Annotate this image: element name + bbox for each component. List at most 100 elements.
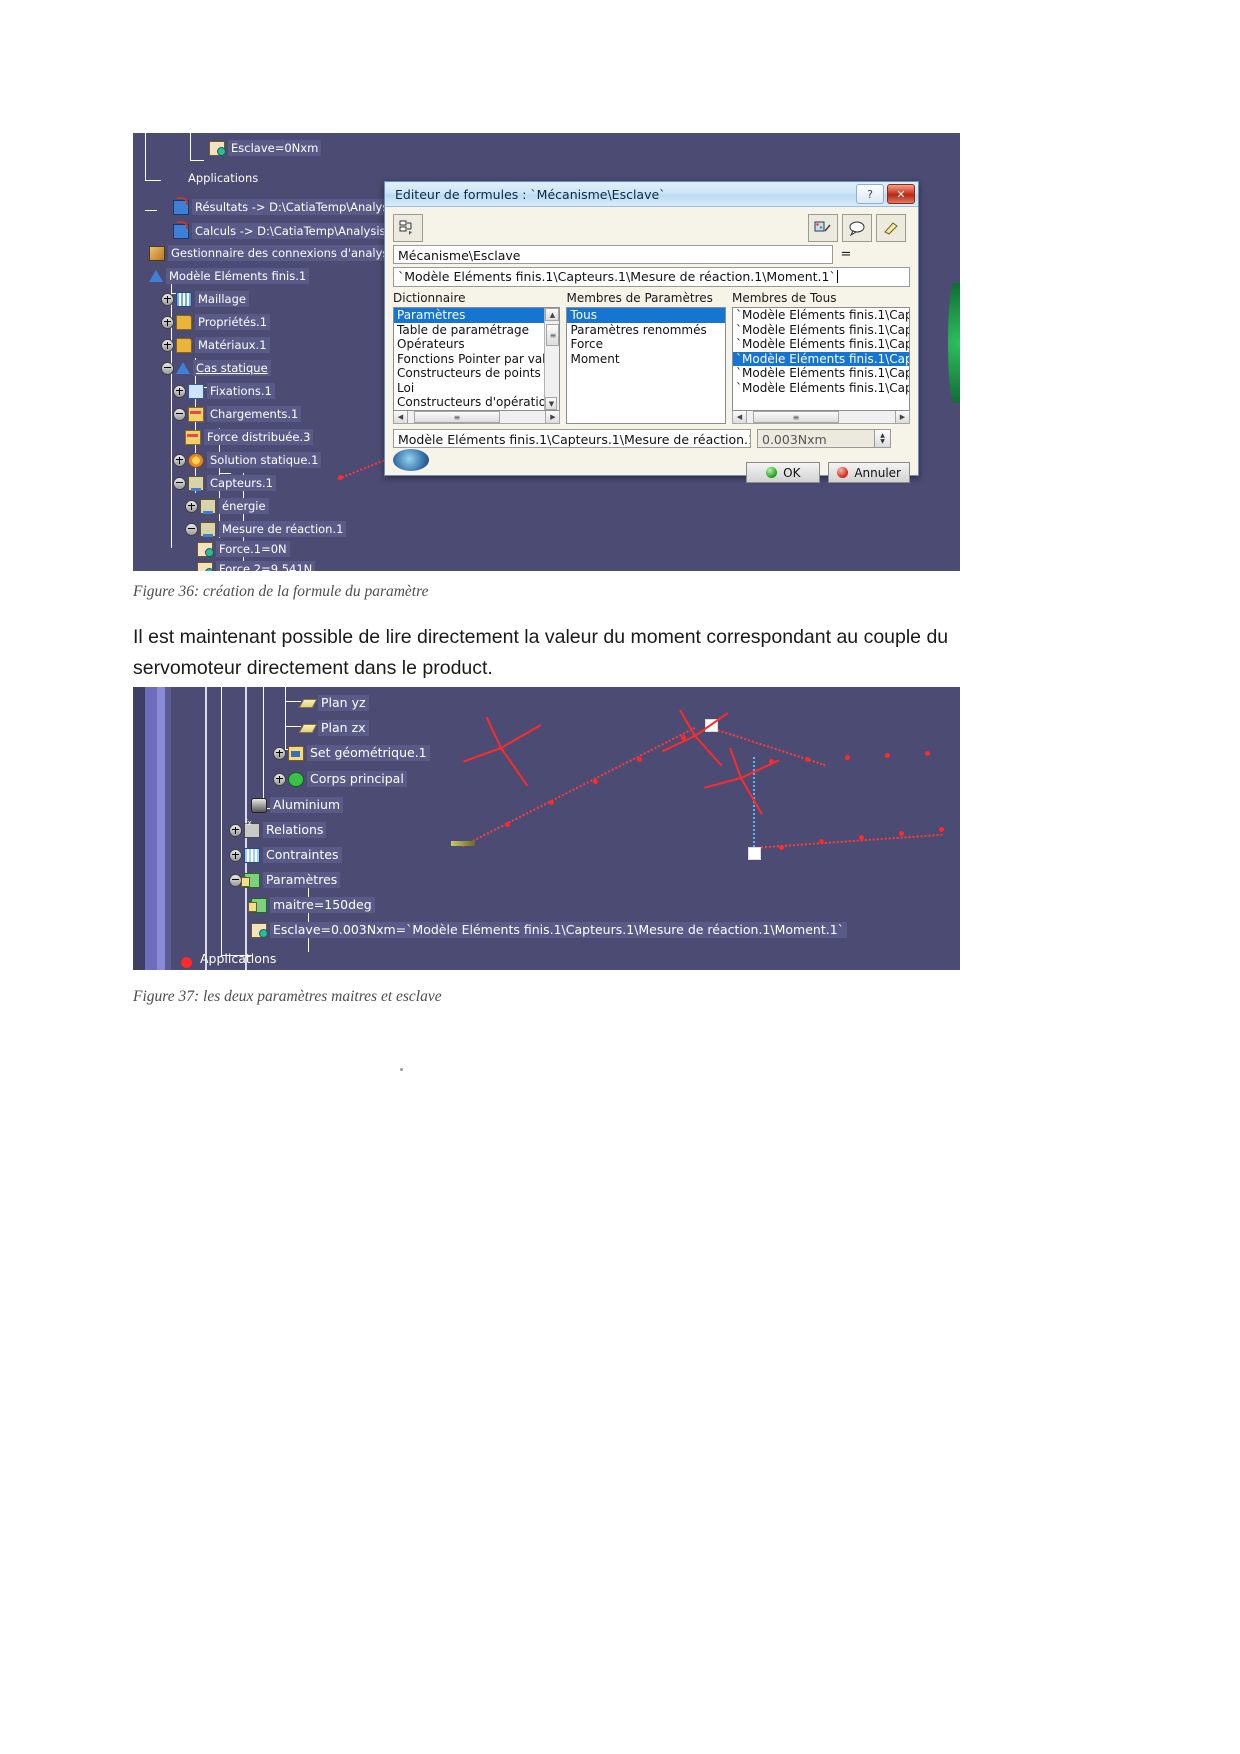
formula-input[interactable]: `Modèle Eléments finis.1\Capteurs.1\Mesu…: [393, 267, 910, 287]
collapse-icon[interactable]: [185, 522, 198, 536]
tree-item[interactable]: Esclave=0.003Nxm=`Modèle Eléments finis.…: [251, 922, 847, 938]
tree-item[interactable]: Corps principal: [273, 771, 407, 787]
expand-icon[interactable]: [229, 848, 242, 862]
tree-item-label: Gestionnaire des connexions d'analyse.1: [168, 245, 410, 261]
scroll-track[interactable]: ≡: [747, 411, 895, 423]
tree-item[interactable]: Plan zx: [298, 720, 369, 736]
collapse-icon[interactable]: [173, 407, 186, 421]
scroll-thumb[interactable]: ≡: [753, 411, 839, 423]
tree-item[interactable]: Cas statique: [161, 360, 271, 376]
tree-item[interactable]: Fixations.1: [173, 383, 275, 399]
tree-item[interactable]: Contraintes: [229, 847, 342, 863]
dictionary-listbox[interactable]: Paramètres Table de paramétrage Opérateurs…: [393, 307, 561, 411]
list-item[interactable]: Table de paramétrage: [394, 323, 559, 338]
dialog-titlebar[interactable]: Editeur de formules : `Mécanisme\Esclave…: [385, 182, 918, 207]
distforce-icon: [185, 429, 201, 445]
expand-icon[interactable]: [161, 292, 174, 306]
comment-icon[interactable]: [842, 214, 872, 242]
list-item[interactable]: Force: [567, 337, 725, 352]
scroll-track[interactable]: ≡: [408, 411, 545, 423]
catia-spec-tree-2[interactable]: Plan yz Plan zx Set géométrique.1 Corps pri…: [133, 687, 960, 970]
expand-icon[interactable]: [273, 746, 286, 760]
list-item[interactable]: `Modèle Eléments finis.1\Capteurs.1\Mesu…: [733, 381, 909, 396]
tree-item[interactable]: Solution statique.1: [173, 452, 322, 468]
close-icon[interactable]: ✕: [887, 184, 915, 204]
expand-icon[interactable]: [161, 338, 174, 352]
scroll-thumb[interactable]: ≡: [414, 411, 500, 423]
list-item[interactable]: Paramètres: [394, 308, 560, 323]
scroll-left-icon[interactable]: ◀: [394, 411, 408, 423]
eraser-icon[interactable]: [876, 214, 906, 242]
expand-icon[interactable]: [185, 499, 198, 513]
tree-item[interactable]: Capteurs.1: [173, 475, 276, 491]
tree-item[interactable]: énergie: [185, 498, 269, 514]
members-of-all-listbox[interactable]: `Modèle Eléments finis.1\Capteurs.1\Mesu…: [732, 307, 910, 411]
tree-item[interactable]: Applications: [197, 951, 279, 967]
list-item[interactable]: `Modèle Eléments finis.1\Capteurs.1\Mesu…: [733, 366, 909, 381]
list-item[interactable]: `Modèle Eléments finis.1\Capteurs.1\Mesu…: [733, 337, 909, 352]
list-item[interactable]: Constructeurs d'opératior: [394, 395, 559, 410]
collapse-icon[interactable]: [161, 361, 174, 375]
members-of-parameters-listbox[interactable]: Tous Paramètres renommés Force Moment: [566, 307, 726, 424]
expand-icon[interactable]: [173, 384, 186, 398]
dialog-toolbar: [393, 213, 910, 243]
tree-item[interactable]: Force.1=0N: [197, 541, 290, 557]
tree-item[interactable]: Chargements.1: [173, 406, 302, 422]
list-item[interactable]: Moment: [567, 352, 725, 367]
list-item[interactable]: Constructeurs de points: [394, 366, 559, 381]
tree-item[interactable]: Maillage: [161, 291, 249, 307]
cancel-button[interactable]: Annuler: [828, 462, 910, 483]
tree-item[interactable]: Force distribuée.3: [185, 429, 314, 445]
formula-editor-dialog[interactable]: Editeur de formules : `Mécanisme\Esclave…: [384, 181, 919, 483]
tree-item[interactable]: Set géométrique.1: [273, 745, 430, 761]
tree-item[interactable]: Applications: [185, 170, 261, 186]
scroll-right-icon[interactable]: ▶: [895, 411, 909, 423]
ok-button[interactable]: OK: [746, 462, 821, 483]
tree-item[interactable]: Mesure de réaction.1: [185, 521, 347, 537]
formula-icon: [197, 561, 214, 571]
list-item[interactable]: Loi: [394, 381, 559, 396]
tree-item[interactable]: Aluminium: [251, 797, 344, 813]
list-item[interactable]: Paramètres renommés: [567, 323, 725, 338]
expand-icon[interactable]: [173, 453, 186, 467]
parameter-name-input[interactable]: Mécanisme\Esclave: [393, 245, 833, 264]
tree-view-icon[interactable]: [393, 214, 423, 242]
tree-item-label: Contraintes: [263, 847, 342, 863]
list-item[interactable]: `Modèle Eléments finis.1\Capteurs.1\Mesu…: [733, 351, 909, 366]
scroll-left-icon[interactable]: ◀: [733, 411, 747, 423]
dictionary-vscrollbar[interactable]: ▲ ≡ ▼: [544, 308, 560, 410]
value-stepper[interactable]: ▲ ▼: [875, 429, 891, 448]
tree-item[interactable]: Relations: [229, 816, 327, 838]
list-item[interactable]: `Modèle Eléments finis.1\Capteurs.1\Mesu…: [733, 308, 909, 323]
selected-member-path-field[interactable]: Modèle Eléments finis.1\Capteurs.1\Mesur…: [393, 429, 751, 448]
scroll-down-icon[interactable]: ▼: [545, 397, 558, 410]
tree-item[interactable]: Propriétés.1: [161, 314, 271, 330]
expand-icon[interactable]: [161, 315, 174, 329]
collapse-icon[interactable]: [173, 476, 186, 490]
list-item[interactable]: Opérateurs: [394, 337, 559, 352]
help-button[interactable]: ?: [856, 184, 884, 204]
figure-37-caption: Figure 37: les deux paramètres maitres e…: [133, 988, 442, 1005]
dictionary-hscrollbar[interactable]: ◀ ≡ ▶: [393, 411, 561, 424]
tree-item[interactable]: Matériaux.1: [161, 337, 270, 353]
tree-item[interactable]: maitre=150deg: [248, 897, 375, 913]
scroll-up-icon[interactable]: ▲: [545, 308, 560, 321]
tree-item[interactable]: Modèle Eléments finis.1: [149, 268, 310, 284]
tree-item-label: Corps principal: [307, 771, 407, 787]
tree-item[interactable]: Plan yz: [298, 695, 369, 711]
tree-item[interactable]: Esclave=0Nxm: [209, 140, 322, 156]
screenshot-figure-36: Esclave=0Nxm Applications Résultats -> D:\…: [133, 133, 960, 571]
expand-icon[interactable]: [273, 772, 286, 786]
scroll-thumb[interactable]: ≡: [546, 324, 560, 346]
tree-item[interactable]: Gestionnaire des connexions d'analyse.1: [149, 245, 410, 261]
list-item[interactable]: Tous: [567, 308, 725, 323]
tree-item-label: Fixations.1: [207, 383, 275, 399]
list-item[interactable]: Fonctions Pointer par vale: [394, 352, 559, 367]
wizard-icon[interactable]: [808, 214, 838, 242]
list-item[interactable]: `Modèle Eléments finis.1\Capteurs.1\Mesu…: [733, 323, 909, 338]
scroll-right-icon[interactable]: ▶: [545, 411, 560, 423]
tree-item[interactable]: Force.2=9.541N: [197, 561, 316, 571]
members-of-all-hscrollbar[interactable]: ◀ ≡ ▶: [732, 411, 910, 424]
expand-icon[interactable]: [229, 823, 242, 837]
tree-item[interactable]: Paramètres: [229, 872, 341, 888]
